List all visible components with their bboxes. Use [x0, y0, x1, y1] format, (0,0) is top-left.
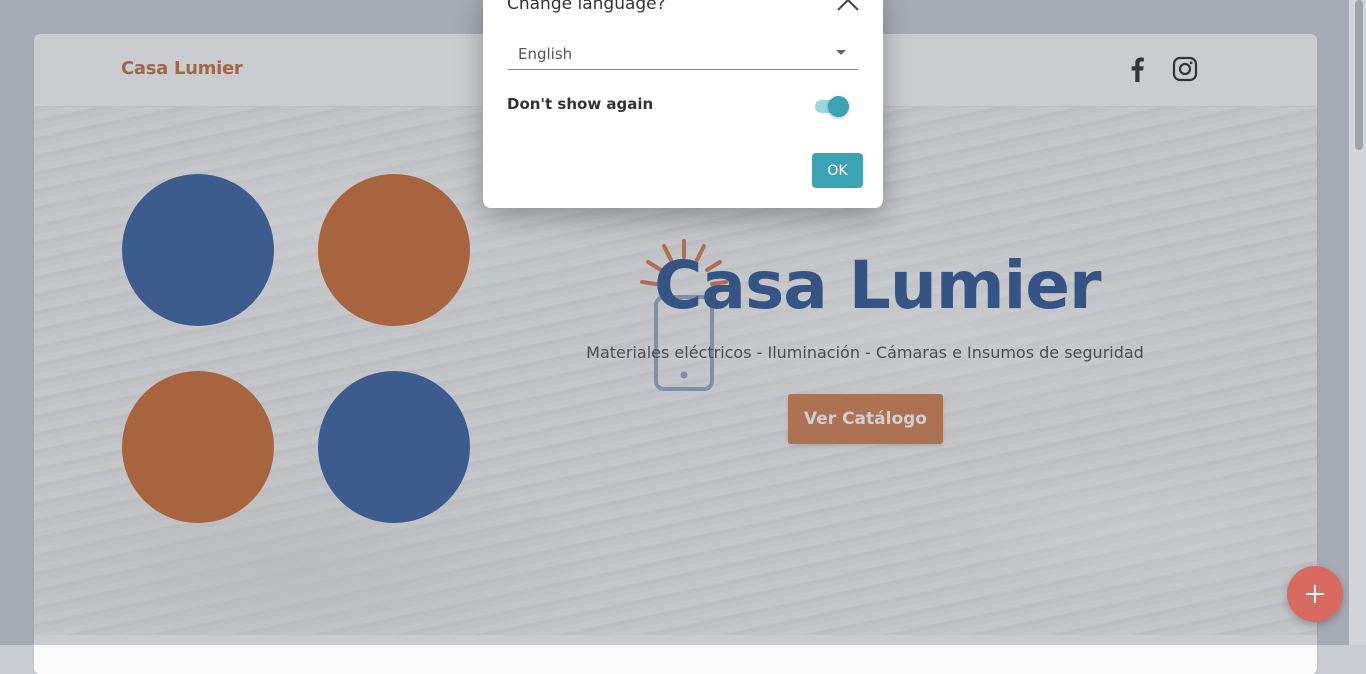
change-language-dialog: Change language? English Don't show agai…	[483, 0, 883, 208]
ok-button[interactable]: OK	[812, 153, 863, 188]
language-select[interactable]: English	[508, 38, 858, 70]
scrollbar-thumb[interactable]	[1355, 0, 1363, 150]
toggle-knob	[828, 96, 849, 117]
dont-show-again-label: Don't show again	[507, 95, 654, 113]
caret-down-icon	[836, 50, 846, 55]
add-fab-button[interactable]	[1287, 566, 1343, 622]
collapse-dialog-button[interactable]	[833, 0, 863, 18]
page-scrollbar[interactable]	[1349, 0, 1366, 645]
chevron-up-icon	[837, 0, 859, 11]
dont-show-again-toggle[interactable]	[813, 95, 851, 117]
dialog-title: Change language?	[507, 0, 666, 14]
plus-icon	[1306, 585, 1324, 603]
language-select-value: English	[518, 45, 573, 63]
